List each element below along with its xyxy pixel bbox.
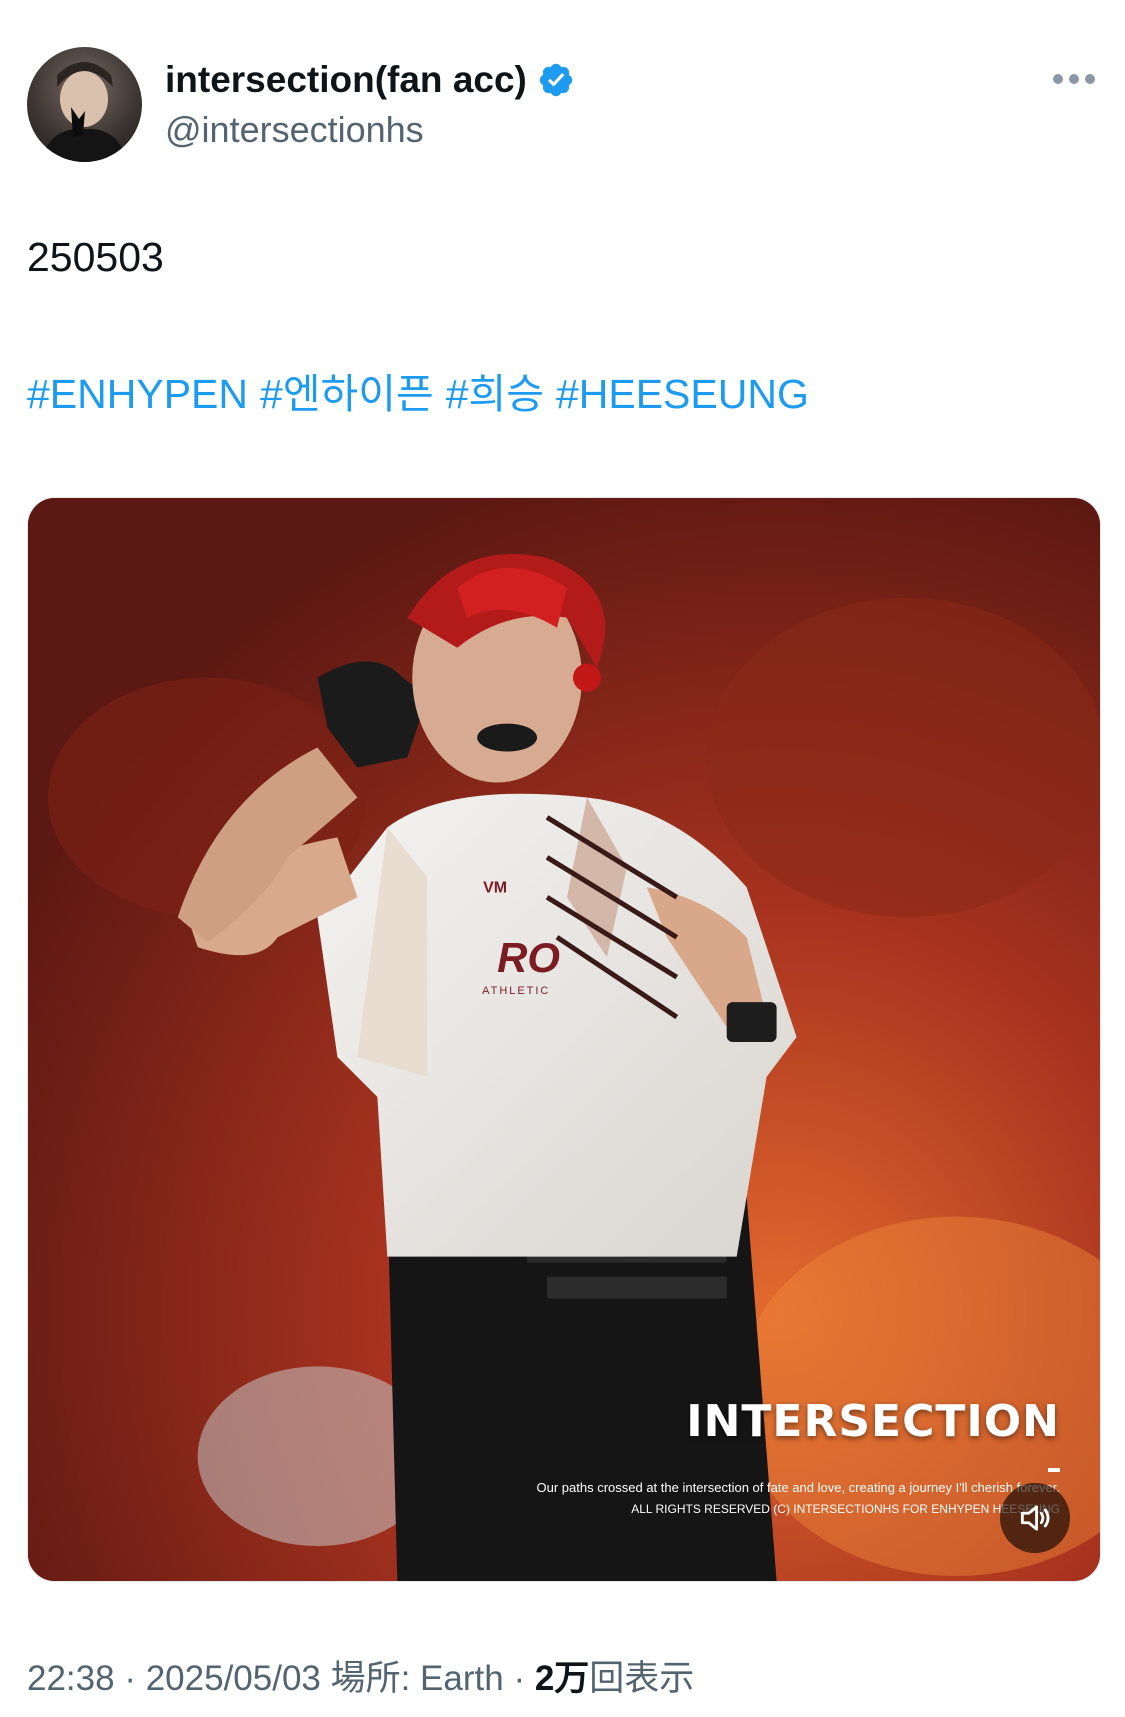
display-name[interactable]: intersection(fan acc) [165, 58, 575, 102]
tweet-date[interactable]: 2025/05/03 [146, 1659, 321, 1698]
hashtag-link[interactable]: #ENHYPEN [27, 371, 248, 417]
svg-text:RO: RO [497, 934, 560, 981]
hashtag-list: #ENHYPEN #엔하이픈 #희승 #HEESEUNG [27, 369, 821, 419]
watermark-caption: Our paths crossed at the intersection of… [536, 1480, 1061, 1495]
tweet-time[interactable]: 22:38 [27, 1659, 115, 1698]
meta-separator: · [503, 1659, 535, 1698]
mute-toggle-button[interactable] [1000, 1483, 1070, 1553]
more-dots-icon [1053, 74, 1095, 84]
verified-badge-icon [537, 61, 575, 99]
tweet-header: intersection(fan acc) @intersectionhs [0, 0, 1125, 190]
hashtag-link[interactable]: #엔하이픈 [260, 371, 434, 417]
tweet-metadata: 22:38 · 2025/05/03 場所: Earth · 2万回表示 [27, 1657, 694, 1701]
hashtag-link[interactable]: #HEESEUNG [556, 371, 809, 417]
views-count[interactable]: 2万 [535, 1659, 589, 1698]
tweet-location: 場所: Earth [330, 1659, 504, 1698]
hashtag-link[interactable]: #희승 [446, 371, 544, 417]
watermark-title: INTERSECTION [686, 1396, 1060, 1447]
user-handle[interactable]: @intersectionhs [165, 108, 424, 152]
svg-text:VM: VM [483, 879, 507, 896]
views-label: 回表示 [589, 1659, 695, 1698]
media-video[interactable]: RO ATHLETIC VM INTERSECTION Our paths cr… [27, 497, 1101, 1582]
tweet-text: 250503 [27, 234, 164, 280]
watermark-dash [1048, 1468, 1060, 1472]
speaker-muted-icon [1020, 1505, 1050, 1531]
more-options-button[interactable] [1048, 62, 1100, 96]
avatar[interactable] [27, 47, 142, 162]
meta-separator: · [114, 1659, 146, 1698]
display-name-text: intersection(fan acc) [165, 59, 527, 100]
watermark-copyright: ALL RIGHTS RESERVED (C) INTERSECTIONHS F… [631, 1502, 1060, 1516]
svg-text:ATHLETIC: ATHLETIC [482, 985, 550, 997]
